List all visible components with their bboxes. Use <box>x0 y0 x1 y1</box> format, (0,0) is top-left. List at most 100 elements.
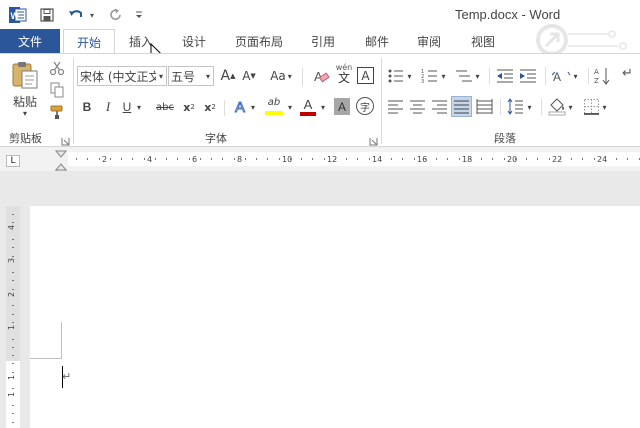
grow-font-button[interactable]: A ▲ <box>219 66 237 86</box>
character-shading-button[interactable]: A <box>334 98 350 115</box>
vertical-ruler-number: 3 <box>7 257 17 264</box>
copy-icon[interactable] <box>49 82 65 98</box>
font-size-dropdown-icon[interactable]: ▾ <box>203 67 213 85</box>
ruler-tick <box>200 158 201 160</box>
margin-guide-vertical <box>61 322 62 359</box>
character-border-button[interactable]: A <box>357 67 374 84</box>
tab-home[interactable]: 开始 <box>63 29 115 54</box>
clipboard-launcher-icon[interactable] <box>61 135 70 146</box>
ruler-tick <box>459 158 460 160</box>
multilevel-dropdown-icon[interactable]: ▾ <box>473 67 482 85</box>
ruler-tick <box>402 158 403 160</box>
underline-dropdown-icon[interactable]: ▾ <box>134 98 144 116</box>
tab-selector-button[interactable]: L <box>6 155 20 167</box>
file-tab[interactable]: 文件 <box>0 29 60 53</box>
phonetic-guide-button[interactable]: wén 文 <box>334 63 354 87</box>
paragraph-group-label: 段落 <box>494 132 516 145</box>
clear-formatting-icon[interactable]: A <box>312 67 330 85</box>
font-name-dropdown-icon[interactable]: ▾ <box>156 67 166 85</box>
change-case-button[interactable]: Aa ▾ <box>267 66 295 86</box>
vertical-ruler-number: 1 <box>7 391 17 398</box>
subscript-label: x <box>183 100 191 114</box>
bullets-dropdown-icon[interactable]: ▾ <box>405 67 414 85</box>
multilevel-list-icon[interactable] <box>455 67 473 85</box>
ruler-number: 2 <box>102 155 108 164</box>
font-color-button[interactable]: A <box>299 97 317 117</box>
undo-dropdown-icon[interactable]: ▾ <box>87 6 97 24</box>
ruler-tick <box>301 158 302 160</box>
ruler-tick <box>87 158 88 160</box>
superscript-button[interactable]: x2 <box>202 98 218 116</box>
tab-review[interactable]: 审阅 <box>408 29 450 53</box>
ruler-tick <box>447 158 448 160</box>
vertical-ruler-tick <box>12 347 14 348</box>
shading-icon[interactable] <box>548 97 566 116</box>
margin-guide-horizontal <box>30 358 62 359</box>
svg-text:A: A <box>594 68 599 76</box>
asian-layout-dropdown-icon[interactable]: ▾ <box>571 67 580 85</box>
shading-dropdown-icon[interactable]: ▾ <box>566 98 575 116</box>
subscript-button[interactable]: x2 <box>181 98 197 116</box>
borders-icon[interactable] <box>583 98 600 115</box>
ruler-tick <box>391 158 392 160</box>
justify-button[interactable] <box>451 96 472 117</box>
show-marks-icon[interactable]: ↵ <box>622 66 640 86</box>
paste-button[interactable]: 粘贴 <box>8 93 42 109</box>
document-page[interactable] <box>30 206 640 428</box>
paste-dropdown-icon[interactable]: ▾ <box>20 108 30 118</box>
ruler-tick <box>537 158 538 160</box>
numbering-icon[interactable]: 1 2 3 <box>421 67 439 85</box>
line-spacing-icon[interactable] <box>507 98 524 115</box>
italic-button[interactable]: I <box>101 98 115 116</box>
strikethrough-button[interactable]: abc <box>154 98 176 116</box>
underline-button[interactable]: U <box>120 98 134 116</box>
ruler-tick <box>155 158 156 160</box>
font-launcher-icon[interactable] <box>369 135 378 146</box>
save-icon[interactable] <box>38 6 56 24</box>
increase-indent-icon[interactable] <box>519 67 537 85</box>
paste-icon[interactable] <box>10 60 40 90</box>
tab-design[interactable]: 设计 <box>172 29 216 53</box>
format-painter-icon[interactable] <box>49 104 65 120</box>
bullets-icon[interactable] <box>387 67 405 85</box>
numbering-dropdown-icon[interactable]: ▾ <box>439 67 448 85</box>
superscript-label: x <box>204 100 212 114</box>
undo-icon[interactable] <box>66 6 86 24</box>
ruler-tick <box>425 158 426 160</box>
align-left-icon[interactable] <box>387 98 404 115</box>
redo-icon[interactable] <box>106 6 126 24</box>
borders-dropdown-icon[interactable]: ▾ <box>600 98 609 116</box>
customize-qa-icon[interactable] <box>132 6 146 24</box>
vertical-ruler-number: 1 <box>7 374 17 381</box>
highlight-dropdown-icon[interactable]: ▾ <box>285 98 295 116</box>
tab-view[interactable]: 视图 <box>462 29 504 53</box>
line-spacing-dropdown-icon[interactable]: ▾ <box>525 98 534 116</box>
sort-icon[interactable]: AZ <box>594 66 612 86</box>
vertical-ruler-tick <box>12 222 14 223</box>
text-effects-button[interactable]: A <box>232 97 248 117</box>
distributed-icon[interactable] <box>476 98 493 115</box>
superscript-mark: 2 <box>211 103 216 111</box>
tab-references[interactable]: 引用 <box>302 29 344 53</box>
font-color-dropdown-icon[interactable]: ▾ <box>318 98 328 116</box>
ruler-tick <box>594 158 595 160</box>
highlight-button[interactable]: ab <box>264 97 284 117</box>
word-app-icon[interactable]: W <box>8 6 28 24</box>
tab-mailings[interactable]: 邮件 <box>356 29 398 53</box>
align-right-icon[interactable] <box>431 98 448 115</box>
tab-page-layout[interactable]: 页面布局 <box>228 29 290 53</box>
paragraph-separator <box>545 67 546 85</box>
enclose-characters-button[interactable]: 字 <box>356 97 374 115</box>
ruler-tick <box>504 158 505 160</box>
shrink-font-button[interactable]: A ▼ <box>240 66 258 86</box>
asian-layout-icon[interactable]: A <box>551 67 571 85</box>
text-effects-dropdown-icon[interactable]: ▾ <box>248 98 258 116</box>
cut-icon[interactable] <box>49 60 65 76</box>
ruler-tick <box>436 158 437 160</box>
decrease-indent-icon[interactable] <box>496 67 514 85</box>
bold-button[interactable]: B <box>80 98 94 116</box>
center-icon[interactable] <box>409 98 426 115</box>
font-name-combo[interactable]: 宋体 (中文正文 <box>77 66 167 86</box>
svg-text:3: 3 <box>421 79 424 85</box>
ruler-tick <box>369 158 370 160</box>
